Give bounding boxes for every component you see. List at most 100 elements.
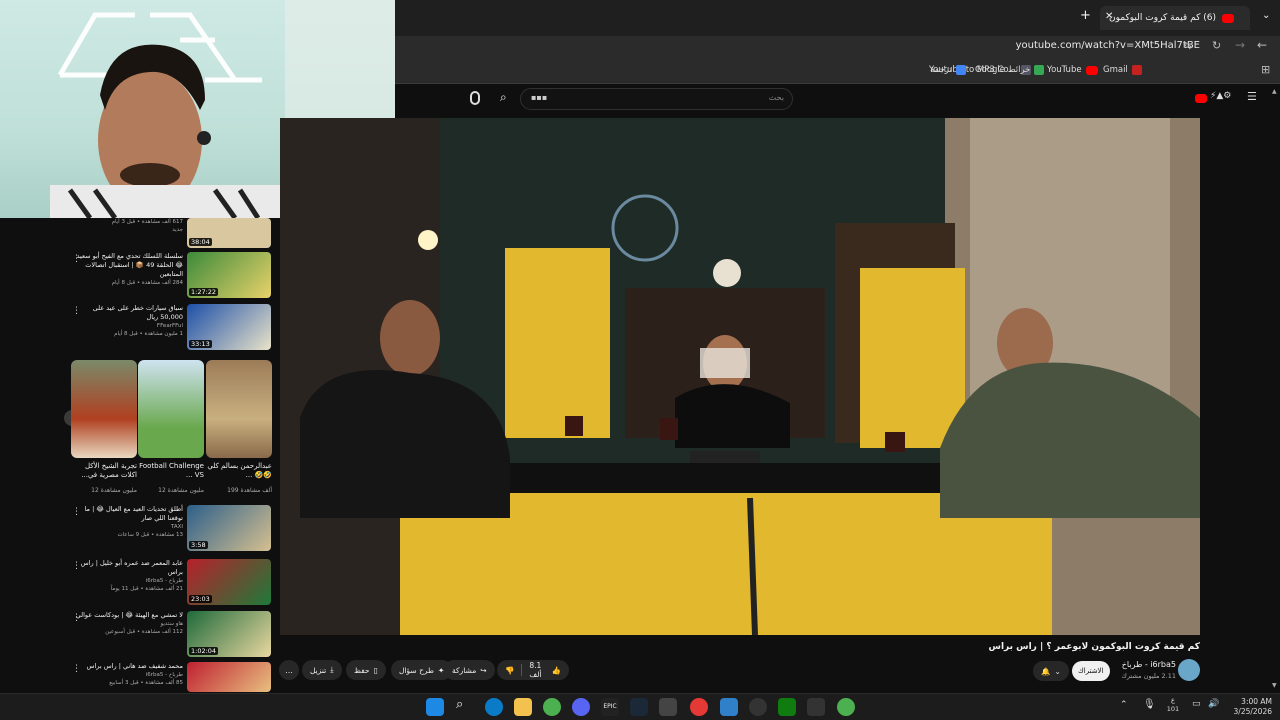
more-options-icon[interactable]: ⋮ bbox=[72, 613, 81, 623]
page-scrollbar[interactable]: ▲ ▼ bbox=[1271, 86, 1280, 691]
channel-name: TAXI bbox=[170, 524, 183, 530]
list-item[interactable]: 1:02:04 لا تمشي مع الهيئة 😂 | بودكاست عو… bbox=[70, 611, 275, 657]
url-text[interactable]: youtube.com/watch?v=XMt5Hal7tBE bbox=[1016, 40, 1200, 51]
telegram-icon[interactable] bbox=[720, 698, 738, 716]
tab-list-chevron-icon[interactable]: ⌄ bbox=[1262, 10, 1270, 21]
media-player-icon[interactable] bbox=[690, 698, 708, 716]
edge-icon[interactable] bbox=[485, 698, 503, 716]
list-item[interactable]: محمد شفيف ضد هاني | راس براس طرباخ - i6rb… bbox=[70, 662, 275, 692]
notifications-button[interactable]: 🔔 ⌄ bbox=[1033, 661, 1069, 681]
short-title[interactable]: Football Challenge VS ... bbox=[138, 462, 204, 480]
video-meta: 21 ألف مشاهدة • قبل 11 يوماً bbox=[110, 586, 183, 592]
bookmark-translate[interactable]: ترجمة bbox=[930, 65, 966, 75]
list-item[interactable]: 23:03 عابد المعمر ضد عمره أبو خليل | راس… bbox=[70, 559, 275, 605]
volume-icon[interactable]: 🔊 bbox=[1208, 699, 1219, 709]
list-item[interactable]: 1:27:22 سلسلة اللسلك تحدي مع الفيح أبو س… bbox=[70, 252, 275, 298]
menu-icon[interactable]: ☰ bbox=[1247, 90, 1257, 103]
video-thumbnail bbox=[187, 662, 271, 692]
dislike-icon[interactable]: 👎 bbox=[505, 666, 514, 675]
short-thumbnail[interactable] bbox=[71, 360, 137, 458]
like-icon[interactable]: 👍 bbox=[552, 666, 561, 675]
list-item[interactable]: 33:13 سباق سيارات خطر على عيد على 50,000… bbox=[70, 304, 275, 350]
tab-close-icon[interactable]: ✕ bbox=[1105, 11, 1113, 22]
app-icon[interactable] bbox=[659, 698, 677, 716]
clock-date: 3/25/2026 bbox=[1233, 707, 1272, 716]
clock[interactable]: 3:00 AM 3/25/2026 bbox=[1222, 697, 1272, 717]
search-query: ▪▪▪ bbox=[531, 93, 548, 102]
more-options-icon[interactable]: ⋮ bbox=[72, 507, 81, 517]
bookmark-maps[interactable]: Google خرائط bbox=[975, 65, 1045, 75]
more-options-icon[interactable]: ⋮ bbox=[72, 561, 81, 571]
new-tab-button[interactable]: + bbox=[1080, 8, 1091, 23]
chrome-icon[interactable] bbox=[837, 698, 855, 716]
video-meta: 284 ألف مشاهدة • قبل 8 أيام bbox=[111, 280, 183, 286]
new-badge: جديد bbox=[172, 227, 183, 233]
video-title: كم قيمة كروت البوكمون لابوعمر ؟ | راس بر… bbox=[988, 642, 1200, 652]
epic-games-icon[interactable]: EPIC bbox=[601, 698, 619, 716]
channel-name: طرباخ - i6rba5 bbox=[145, 672, 183, 678]
reload-icon[interactable]: ↻ bbox=[1212, 39, 1221, 52]
search-box[interactable]: ▪▪▪ بحث bbox=[520, 88, 793, 110]
short-title[interactable]: تجربة الشيخ الأكل اكلات مصرية في... bbox=[71, 462, 137, 480]
forward-icon[interactable]: → bbox=[1235, 38, 1245, 52]
duration-badge: 3:58 bbox=[189, 541, 208, 549]
bookmark-gmail[interactable]: Gmail bbox=[1103, 65, 1142, 75]
clock-time: 3:00 AM bbox=[1241, 697, 1272, 706]
search-icon[interactable]: ⌕ bbox=[500, 90, 507, 105]
video-meta: 85 ألف مشاهدة • قبل 3 أسابيع bbox=[109, 680, 183, 686]
bookmarks-bar: Youtube to MP3 Co... Gmail YouTube Googl… bbox=[395, 58, 1280, 84]
download-icon: ⤓ bbox=[330, 665, 334, 674]
download-button[interactable]: تنزيل ⤓ bbox=[302, 660, 342, 680]
voice-search-icon[interactable] bbox=[470, 91, 480, 105]
youtube-logo-icon[interactable] bbox=[1195, 94, 1207, 103]
browser-tab[interactable]: (6) كم قيمة كروت البوكمون لابوع... bbox=[1100, 6, 1250, 30]
network-icon[interactable]: ▭ bbox=[1192, 699, 1201, 709]
video-thumbnail: 23:03 bbox=[187, 559, 271, 605]
video-meta: 112 ألف مشاهدة • قبل أسبوعين bbox=[105, 629, 183, 635]
site-info-icon[interactable]: ⇆ bbox=[1183, 39, 1192, 52]
channel-avatar[interactable] bbox=[1178, 659, 1200, 681]
browser-tab-bar: (6) كم قيمة كروت البوكمون لابوع... ✕ + ⌄ bbox=[395, 0, 1280, 36]
input-language[interactable]: ع 101 bbox=[1162, 696, 1184, 714]
start-icon[interactable] bbox=[426, 698, 444, 716]
channel-name[interactable]: i6rba5 - طرباخ bbox=[1110, 660, 1176, 669]
discord-icon[interactable] bbox=[572, 698, 590, 716]
short-thumbnail[interactable] bbox=[206, 360, 272, 458]
extensions-icons[interactable]: ⚡▲⚙ bbox=[1210, 91, 1231, 101]
more-options-icon[interactable]: ⋮ bbox=[72, 254, 81, 264]
more-options-icon[interactable]: ⋮ bbox=[72, 664, 81, 674]
microphone-icon[interactable]: 🎙 bbox=[1143, 699, 1156, 710]
search-icon[interactable]: ⌕ bbox=[456, 697, 463, 712]
like-dislike-button[interactable]: 👎 8.1 ألف 👍 bbox=[497, 660, 569, 680]
language-label: ع bbox=[1171, 696, 1175, 704]
short-meta: 199 ألف مشاهدة bbox=[227, 487, 272, 494]
more-options-icon[interactable]: ⋮ bbox=[72, 306, 81, 316]
bookmark-youtube[interactable]: YouTube bbox=[1047, 65, 1098, 75]
chrome-icon[interactable] bbox=[543, 698, 561, 716]
video-thumbnail: 1:27:22 bbox=[187, 252, 271, 298]
duration-badge: 33:13 bbox=[189, 340, 212, 348]
subscribe-button[interactable]: الاشتراك bbox=[1072, 661, 1110, 681]
short-title[interactable]: عبدالرحمن بسالم كلي 🤣🤣 ... bbox=[206, 462, 272, 480]
save-button[interactable]: حفظ ▯ bbox=[346, 660, 386, 680]
list-item[interactable]: 38:04 617 ألف مشاهدة • قبل 3 أيام جديد bbox=[70, 218, 275, 248]
xbox-icon[interactable] bbox=[778, 698, 796, 716]
channel-name: FFearFFul bbox=[156, 323, 183, 329]
steam-icon[interactable] bbox=[630, 698, 648, 716]
list-item[interactable]: 3:58 أطلق تحديات العيد مع العيال 😂 | ما … bbox=[70, 505, 275, 551]
apps-grid-icon[interactable]: ⊞ bbox=[1261, 63, 1270, 76]
more-actions-button[interactable]: … bbox=[279, 660, 299, 680]
video-title: سلسلة اللسلك تحدي مع الفيح أبو سعيد 😂 ال… bbox=[76, 252, 183, 278]
video-player[interactable] bbox=[280, 118, 1200, 635]
tray-chevron-icon[interactable]: ⌃ bbox=[1120, 700, 1128, 710]
app-icon[interactable] bbox=[807, 698, 825, 716]
ask-label: طرح سؤال bbox=[399, 665, 435, 675]
short-thumbnail[interactable] bbox=[138, 360, 204, 458]
ask-button[interactable]: طرح سؤال ✦ bbox=[391, 660, 453, 680]
video-meta: 1 مليون مشاهدة • قبل 8 أيام bbox=[114, 331, 183, 337]
file-explorer-icon[interactable] bbox=[514, 698, 532, 716]
obs-icon[interactable] bbox=[749, 698, 767, 716]
short-meta: 12 مليون مشاهدة bbox=[158, 487, 204, 494]
back-icon[interactable]: ← bbox=[1257, 38, 1267, 52]
short-meta: 12 مليون مشاهدة bbox=[91, 487, 137, 494]
